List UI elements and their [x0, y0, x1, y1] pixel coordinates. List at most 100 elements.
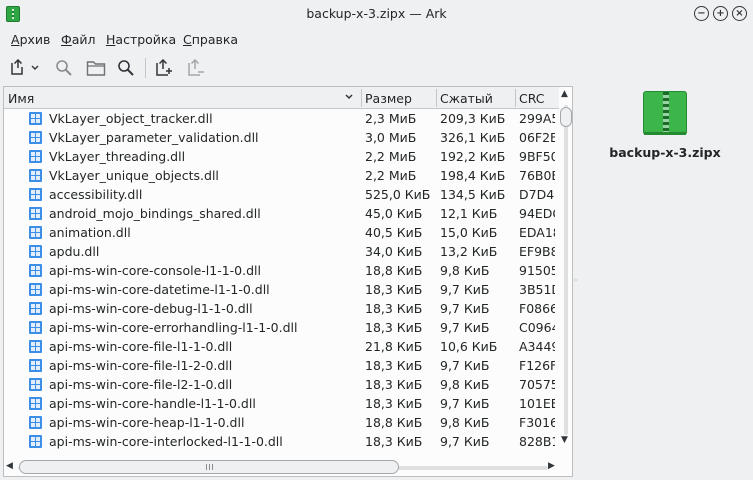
table-row[interactable]: VkLayer_threading.dll 2,2 МиБ 192,2 КиБ 9BF…	[4, 147, 557, 166]
menu-file-label: айл	[71, 32, 96, 47]
add-files-button[interactable]	[152, 56, 176, 80]
open-archive-menu-button[interactable]	[28, 56, 42, 80]
menu-help-label: правка	[191, 32, 239, 47]
find-button[interactable]	[114, 56, 138, 80]
table-row[interactable]: api-ms-win-core-heap-l1-1-0.dll 18,8 КиБ 9…	[4, 413, 557, 432]
minimize-icon: −	[697, 7, 706, 19]
open-folder-button[interactable]	[84, 56, 108, 80]
file-size: 18,3 КиБ	[365, 434, 423, 449]
menu-archive[interactable]: Архив	[11, 32, 50, 47]
menu-help[interactable]: Справка	[183, 32, 238, 47]
table-row[interactable]: apdu.dll 34,0 КиБ 13,2 КиБ EF9B8	[4, 242, 557, 261]
file-name: VkLayer_parameter_validation.dll	[49, 130, 259, 145]
file-compressed-size: 13,2 КиБ	[440, 244, 498, 259]
archive-name: backup-x-3.zipx	[609, 145, 721, 160]
table-row[interactable]: api-ms-win-core-errorhandling-l1-1-0.dll…	[4, 318, 557, 337]
file-name: VkLayer_object_tracker.dll	[49, 111, 213, 126]
file-crc: 3B51D	[519, 282, 555, 297]
scroll-right-icon[interactable]: ▶	[548, 461, 555, 471]
file-compressed-size: 192,2 КиБ	[440, 149, 506, 164]
table-row[interactable]: api-ms-win-core-file-l1-1-0.dll 21,8 КиБ 1…	[4, 337, 557, 356]
file-size: 18,8 КиБ	[365, 415, 423, 430]
dll-file-icon	[29, 340, 42, 353]
dll-file-icon	[29, 245, 42, 258]
table-row[interactable]: animation.dll 40,5 КиБ 15,0 КиБ EDA18	[4, 223, 557, 242]
table-row[interactable]: api-ms-win-core-handle-l1-1-0.dll 18,3 Ки…	[4, 394, 557, 413]
column-divider[interactable]	[515, 89, 516, 107]
file-crc: F3016	[519, 415, 555, 430]
file-crc: 70575	[519, 377, 555, 392]
file-size: 18,3 КиБ	[365, 377, 423, 392]
table-row[interactable]: api-ms-win-core-file-l1-2-0.dll 18,3 КиБ 9…	[4, 356, 557, 375]
dll-file-icon	[29, 264, 42, 277]
find-icon	[118, 60, 134, 76]
dll-file-icon	[29, 150, 42, 163]
menu-settings[interactable]: Настройка	[106, 32, 176, 47]
table-row[interactable]: accessibility.dll 525,0 КиБ 134,5 КиБ D7D43	[4, 185, 557, 204]
file-compressed-size: 12,1 КиБ	[440, 206, 498, 221]
file-compressed-size: 10,6 КиБ	[440, 339, 498, 354]
dll-file-icon	[29, 169, 42, 182]
scroll-up-icon[interactable]: ▲	[561, 89, 568, 99]
preview-button[interactable]	[52, 56, 76, 80]
column-header-compressed[interactable]: Сжатый	[440, 91, 493, 106]
column-header-name[interactable]: Имя	[8, 91, 34, 106]
file-name: VkLayer_threading.dll	[49, 149, 186, 164]
file-crc: 101EE	[519, 396, 555, 411]
file-compressed-size: 9,7 КиБ	[440, 301, 490, 316]
vertical-scroll-thumb[interactable]	[560, 107, 572, 127]
file-compressed-size: 209,3 КиБ	[440, 111, 506, 126]
dll-file-icon	[29, 435, 42, 448]
file-name: api-ms-win-core-interlocked-l1-1-0.dll	[49, 434, 283, 449]
table-row[interactable]: VkLayer_object_tracker.dll 2,3 МиБ 209,3 К…	[4, 109, 557, 128]
menu-file-accel: Ф	[61, 32, 72, 47]
minimize-button[interactable]: −	[694, 6, 709, 21]
file-name: api-ms-win-core-file-l2-1-0.dll	[49, 377, 233, 392]
dll-file-icon	[29, 359, 42, 372]
table-row[interactable]: api-ms-win-core-file-l2-1-0.dll 18,3 КиБ 9…	[4, 375, 557, 394]
scroll-down-icon[interactable]: ▼	[561, 435, 568, 445]
file-list-view[interactable]: Имя Размер Сжатый CRC VkLayer_object_tra…	[3, 86, 573, 477]
dll-file-icon	[29, 378, 42, 391]
menu-bar: Архив Файл Настройка Справка	[0, 28, 753, 52]
menu-settings-accel: Н	[106, 32, 116, 47]
dll-file-icon	[29, 207, 42, 220]
file-size: 18,3 КиБ	[365, 358, 423, 373]
dll-file-icon	[29, 302, 42, 315]
splitter-handle[interactable]: ◦	[573, 276, 578, 285]
table-row[interactable]: android_mojo_bindings_shared.dll 45,0 КиБ…	[4, 204, 557, 223]
window-title: backup-x-3.zipx — Ark	[306, 6, 447, 21]
open-archive-button[interactable]	[6, 56, 30, 80]
horizontal-scrollbar[interactable]: ◀ ▶	[4, 459, 559, 476]
file-name: api-ms-win-core-debug-l1-1-0.dll	[49, 301, 253, 316]
column-divider[interactable]	[361, 89, 362, 107]
file-name: android_mojo_bindings_shared.dll	[49, 206, 261, 221]
file-compressed-size: 134,5 КиБ	[440, 187, 506, 202]
delete-files-button[interactable]	[184, 56, 208, 80]
file-size: 2,2 МиБ	[365, 168, 417, 183]
file-crc: 91505	[519, 263, 555, 278]
dll-file-icon	[29, 283, 42, 296]
column-header-crc[interactable]: CRC	[519, 91, 545, 106]
maximize-button[interactable]: +	[713, 6, 728, 21]
vertical-scroll-track[interactable]	[564, 105, 568, 435]
column-divider[interactable]	[436, 89, 437, 107]
dll-file-icon	[29, 188, 42, 201]
file-name: api-ms-win-core-datetime-l1-1-0.dll	[49, 282, 270, 297]
sort-descending-icon[interactable]	[344, 92, 354, 102]
file-crc: EDA18	[519, 225, 555, 240]
table-row[interactable]: api-ms-win-core-interlocked-l1-1-0.dll 18…	[4, 432, 557, 451]
column-header-size[interactable]: Размер	[365, 91, 412, 106]
horizontal-scroll-thumb[interactable]	[19, 460, 399, 474]
table-row[interactable]: VkLayer_unique_objects.dll 2,2 МиБ 198,4 К…	[4, 166, 557, 185]
file-compressed-size: 326,1 КиБ	[440, 130, 506, 145]
close-button[interactable]: ×	[732, 6, 747, 21]
table-row[interactable]: api-ms-win-core-debug-l1-1-0.dll 18,3 КиБ…	[4, 299, 557, 318]
table-row[interactable]: api-ms-win-core-datetime-l1-1-0.dll 18,3 …	[4, 280, 557, 299]
table-row[interactable]: api-ms-win-core-console-l1-1-0.dll 18,8 К…	[4, 261, 557, 280]
toolbar-separator	[145, 58, 146, 78]
menu-file[interactable]: Файл	[61, 32, 96, 47]
scroll-left-icon[interactable]: ◀	[6, 461, 13, 471]
table-row[interactable]: VkLayer_parameter_validation.dll 3,0 МиБ 3…	[4, 128, 557, 147]
vertical-scrollbar[interactable]: ▲ ▼	[559, 87, 572, 455]
